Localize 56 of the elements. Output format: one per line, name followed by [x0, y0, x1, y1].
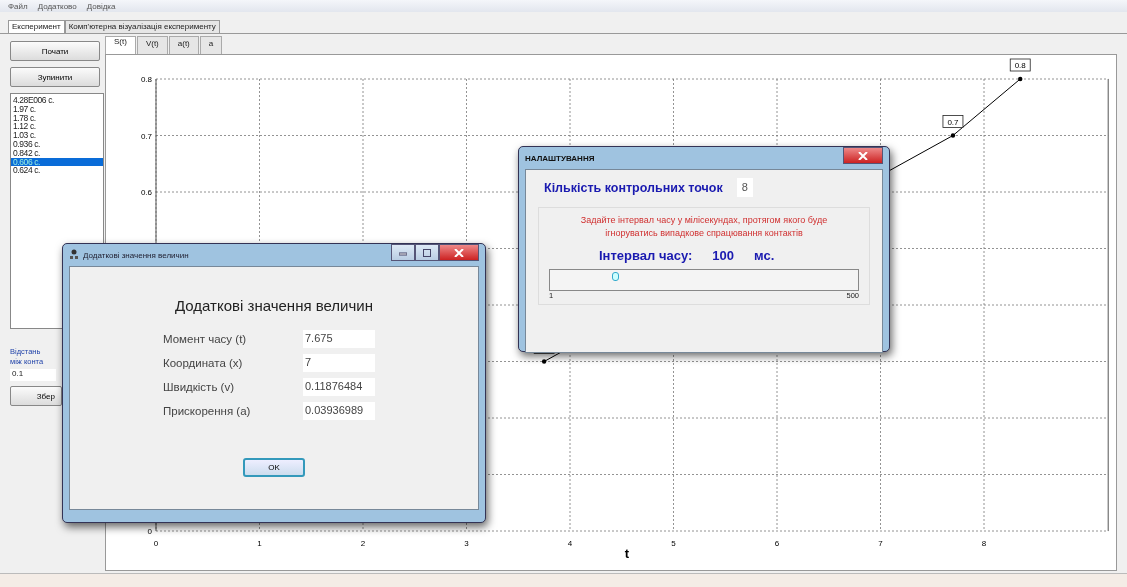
chart-tab[interactable]: V(t) — [136, 36, 168, 54]
x-tick-label: 8 — [981, 539, 987, 548]
list-item[interactable]: 1.03 с. — [11, 131, 103, 140]
dialog-title: НАЛАШТУВАННЯ — [525, 153, 595, 163]
x-tick-label: 7 — [878, 539, 883, 548]
interval-value: 100 — [712, 248, 735, 263]
y-tick-label: 0.6 — [140, 188, 152, 197]
value-field[interactable]: 7.675 — [303, 330, 375, 348]
stop-button[interactable]: Зупинити — [10, 67, 100, 87]
list-item[interactable]: 4.28E006 с. — [11, 96, 103, 105]
list-item[interactable]: 0.606 с. — [11, 157, 103, 167]
x-tick-label: 5 — [671, 539, 676, 548]
tab[interactable]: Комп'ютерна візуалізація експерименту — [64, 20, 220, 33]
list-item[interactable]: 1.12 с. — [11, 122, 103, 132]
value-field[interactable]: 0.11876484 — [303, 378, 375, 396]
y-tick-label: 0.7 — [140, 131, 152, 141]
menu-item[interactable]: Додатково — [37, 1, 77, 11]
field-label: Прискорення (a) — [163, 405, 252, 417]
tab[interactable]: Експеримент — [8, 20, 65, 33]
ok-button[interactable]: OK — [243, 458, 305, 477]
distance-field[interactable]: 0.1 — [10, 369, 56, 381]
points-label: Кількість контрольних точок — [544, 180, 723, 195]
x-tick-label: 4 — [567, 539, 573, 548]
x-tick-label: 3 — [464, 539, 469, 548]
value-field[interactable]: 7 — [303, 354, 375, 372]
list-item[interactable]: 1.97 с. — [11, 104, 103, 114]
list-item[interactable]: 0.842 с. — [11, 148, 103, 158]
chart-tab[interactable]: S(t) — [105, 36, 136, 54]
x-tick-label: 1 — [257, 539, 262, 548]
x-tick-label: 2 — [360, 539, 366, 548]
menu-item[interactable]: Файл — [8, 1, 28, 11]
x-tick-label: 6 — [774, 539, 780, 548]
field-label: Координата (x) — [163, 357, 244, 369]
dialog-title: Додаткові значення величин — [83, 250, 189, 260]
field-label: Момент часу (t) — [163, 333, 248, 345]
list-item[interactable]: 1.78 с. — [11, 113, 103, 123]
list-item[interactable]: 0.624 с. — [11, 166, 103, 176]
interval-label: Інтервал часу: — [599, 248, 693, 263]
value-field[interactable]: 0.03936989 — [303, 402, 375, 420]
hint-text: Задайте інтервал часу у мілісекундах, протягом якого буде ігноруватись випадкове спрацювання контактів — [579, 214, 829, 240]
points-field[interactable]: 8 — [736, 178, 753, 197]
x-axis-label: t — [624, 546, 630, 561]
chart-tab[interactable]: a — [199, 36, 223, 54]
save-button[interactable]: Збер — [10, 386, 62, 406]
dialog-heading: Додаткові значення величин — [175, 297, 373, 314]
chart-tab[interactable]: a(t) — [168, 36, 199, 54]
x-tick-label: 0 — [153, 539, 159, 548]
field-label: Швидкість (v) — [163, 381, 235, 393]
y-tick-label: 0.8 — [140, 75, 152, 84]
y-tick-label: 0 — [147, 527, 152, 536]
list-item[interactable]: 0.936 с. — [11, 140, 103, 149]
data-label: 0.8 — [1009, 58, 1031, 72]
data-label: 0.7 — [942, 115, 964, 128]
menu-item[interactable]: Довідка — [86, 1, 116, 11]
interval-unit: мс. — [754, 248, 775, 263]
start-button[interactable]: Почати — [10, 41, 100, 61]
